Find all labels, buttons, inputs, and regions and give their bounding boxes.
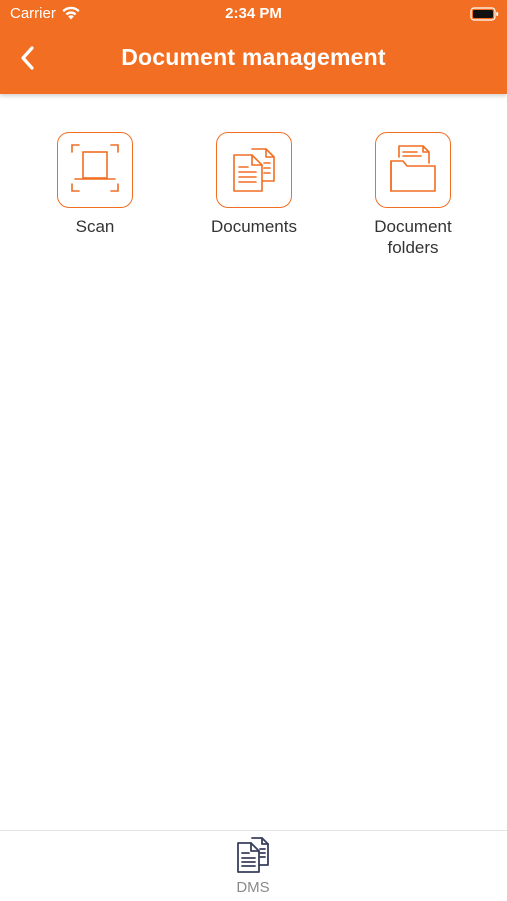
- scan-label: Scan: [75, 217, 115, 236]
- page-title: Document management: [121, 44, 386, 70]
- battery-icon: [470, 6, 500, 22]
- documents-tile[interactable]: Documents: [184, 132, 324, 237]
- documents-icon: [226, 141, 282, 200]
- navigation-bar: Document management: [0, 30, 507, 90]
- document-folders-label: Document folders: [374, 217, 452, 257]
- documents-label: Documents: [211, 217, 297, 236]
- tab-bar: DMS: [0, 830, 507, 901]
- scan-icon: [69, 142, 121, 199]
- tab-dms-label: DMS: [236, 879, 270, 896]
- document-folders-tile[interactable]: Document folders: [343, 132, 483, 258]
- tab-dms[interactable]: DMS: [213, 835, 293, 896]
- folder-icon: [385, 141, 441, 200]
- status-time: 2:34 PM: [225, 5, 282, 22]
- dms-document-icon: [213, 835, 293, 879]
- folder-icon-box: [375, 132, 451, 208]
- status-bar: Carrier 2:34 PM: [0, 0, 507, 30]
- scan-icon-box: [57, 132, 133, 208]
- app-header: Carrier 2:34 PM Document management: [0, 0, 507, 94]
- documents-icon-box: [216, 132, 292, 208]
- scan-tile[interactable]: Scan: [25, 132, 165, 237]
